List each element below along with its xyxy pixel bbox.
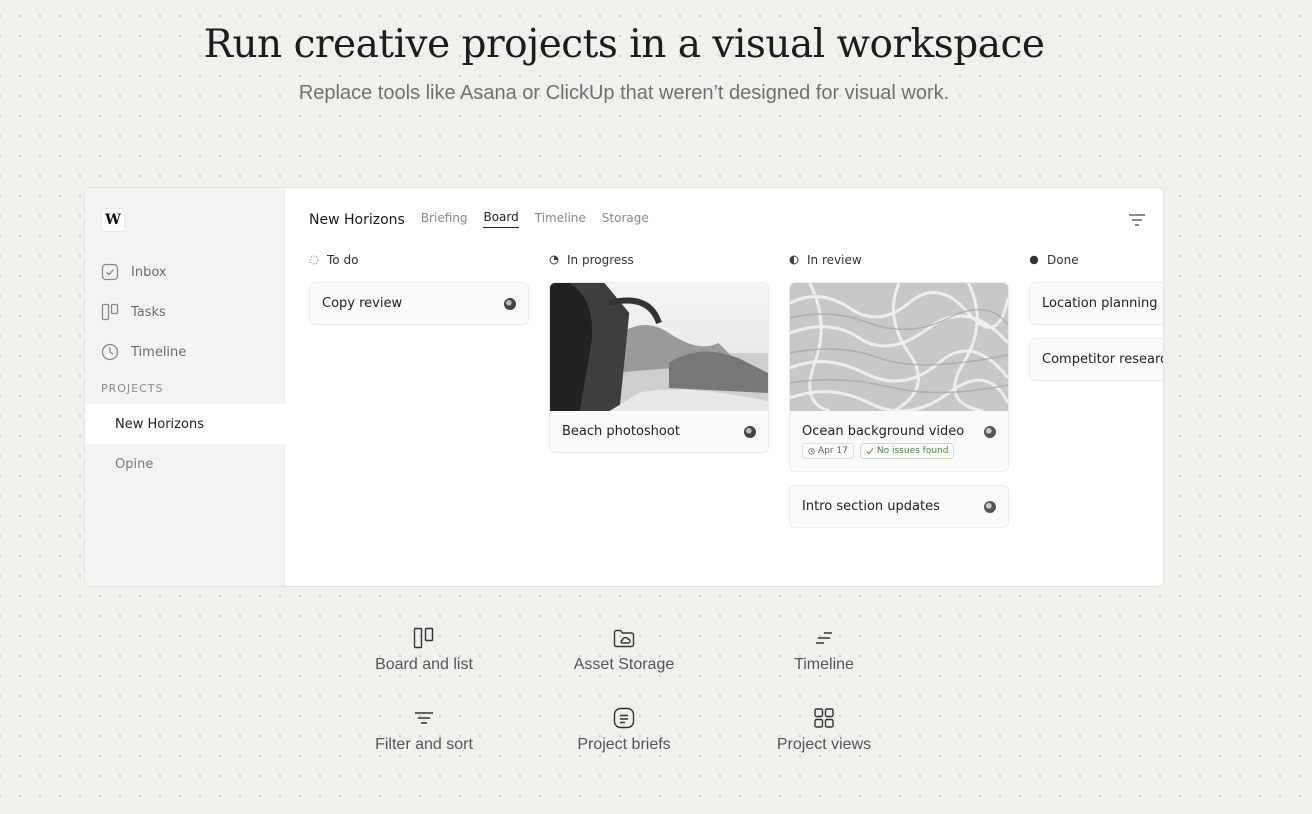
due-date-label: Apr 17 xyxy=(818,446,848,456)
avatar xyxy=(744,425,756,438)
feature-label: Board and list xyxy=(375,656,473,673)
status-in-review-icon xyxy=(789,255,799,265)
feature-list: Board and list Asset Storage Timeline Fi… xyxy=(324,626,924,766)
inbox-icon xyxy=(101,263,119,281)
column-in-progress: In progress Beach photoshoot xyxy=(549,252,769,466)
feature-timeline: Timeline xyxy=(724,626,924,674)
tab-board[interactable]: Board xyxy=(483,210,519,228)
avatar xyxy=(984,500,996,513)
hero-subtitle: Replace tools like Asana or ClickUp that… xyxy=(298,82,950,104)
column-title: In progress xyxy=(567,253,634,267)
task-card[interactable]: Beach photoshoot xyxy=(549,282,769,453)
status-badge-label: No issues found xyxy=(876,446,949,456)
sidebar-item-tasks[interactable]: Tasks xyxy=(101,300,166,324)
status-in-progress-icon xyxy=(549,255,559,265)
project-header: New Horizons Briefing Board Timeline Sto… xyxy=(309,210,649,228)
avatar xyxy=(984,425,996,438)
column-header: In progress xyxy=(549,252,769,268)
filter-icon xyxy=(415,712,433,724)
app-window: W Inbox Tasks Timeline PROJECTS New Hori… xyxy=(84,187,1164,587)
timeline-icon xyxy=(816,632,832,644)
sidebar-item-timeline[interactable]: Timeline xyxy=(101,340,186,364)
task-card[interactable]: Copy review xyxy=(309,282,529,325)
project-item-opine[interactable]: Opine xyxy=(85,444,285,484)
column-title: Done xyxy=(1047,253,1079,267)
status-done-icon xyxy=(1029,255,1039,265)
palm-coast-photo xyxy=(550,283,768,411)
folder-cloud-icon xyxy=(613,629,635,648)
sidebar-item-inbox[interactable]: Inbox xyxy=(101,260,167,284)
feature-label: Filter and sort xyxy=(375,736,473,753)
project-item-label: Opine xyxy=(115,456,154,472)
tab-briefing[interactable]: Briefing xyxy=(421,211,468,228)
column-title: To do xyxy=(327,253,359,267)
task-card[interactable]: Intro section updates xyxy=(789,485,1009,528)
task-card[interactable]: Competitor research xyxy=(1029,338,1163,381)
feature-label: Project views xyxy=(776,736,872,753)
hero-title: Run creative projects in a visual worksp… xyxy=(203,22,1045,67)
sidebar-item-label: Tasks xyxy=(131,304,166,320)
clock-icon xyxy=(101,343,119,361)
sidebar-item-label: Timeline xyxy=(131,344,187,360)
card-title: Copy review xyxy=(322,296,403,311)
card-title: Competitor research xyxy=(1042,352,1163,367)
tasks-icon xyxy=(101,303,119,321)
feature-label: Project briefs xyxy=(577,736,671,753)
feature-filter-and-sort: Filter and sort xyxy=(324,706,524,754)
column-title: In review xyxy=(807,253,862,267)
column-header: Done xyxy=(1029,252,1163,268)
status-badge: No issues found xyxy=(859,443,955,459)
column-done: Done Location planning Competitor resear… xyxy=(1029,252,1163,394)
workspace-logo[interactable]: W xyxy=(101,208,125,232)
check-tag-icon xyxy=(866,448,874,455)
avatar xyxy=(504,297,516,310)
tab-timeline[interactable]: Timeline xyxy=(535,211,586,228)
water-ripples-photo xyxy=(790,283,1008,411)
board-icon xyxy=(413,627,434,649)
column-header: To do xyxy=(309,252,529,268)
filter-icon[interactable] xyxy=(1127,212,1147,228)
feature-label: Asset Storage xyxy=(573,656,675,673)
task-card[interactable]: Ocean background video Apr 17 No issues … xyxy=(789,282,1009,472)
column-to-do: To do Copy review xyxy=(309,252,529,338)
calendar-icon xyxy=(808,447,815,455)
card-title: Location planning xyxy=(1042,296,1158,311)
status-todo-icon xyxy=(309,255,319,265)
card-meta: Apr 17 No issues found xyxy=(790,443,1008,471)
feature-project-views: Project views xyxy=(724,706,924,754)
grid-icon xyxy=(814,708,834,728)
due-date-chip[interactable]: Apr 17 xyxy=(802,443,854,459)
project-item-label: New Horizons xyxy=(115,416,204,432)
card-title: Beach photoshoot xyxy=(562,424,680,439)
feature-board-and-list: Board and list xyxy=(324,626,524,674)
sidebar: W Inbox Tasks Timeline PROJECTS New Hori… xyxy=(85,188,285,586)
feature-asset-storage: Asset Storage xyxy=(524,626,724,674)
board-view: New Horizons Briefing Board Timeline Sto… xyxy=(285,188,1163,586)
card-title: Intro section updates xyxy=(802,499,940,514)
feature-label: Timeline xyxy=(794,656,854,673)
tab-storage[interactable]: Storage xyxy=(602,211,649,228)
task-card[interactable]: Location planning xyxy=(1029,282,1163,325)
projects-section-label: PROJECTS xyxy=(101,382,164,395)
card-title: Ocean background video xyxy=(802,424,965,439)
column-header: In review xyxy=(789,252,1009,268)
brief-icon xyxy=(613,707,635,729)
column-in-review: In review Ocean background video Apr 17 … xyxy=(789,252,1009,541)
project-item-new-horizons[interactable]: New Horizons xyxy=(85,404,285,444)
feature-project-briefs: Project briefs xyxy=(524,706,724,754)
project-title: New Horizons xyxy=(309,212,405,228)
sidebar-item-label: Inbox xyxy=(131,264,167,280)
